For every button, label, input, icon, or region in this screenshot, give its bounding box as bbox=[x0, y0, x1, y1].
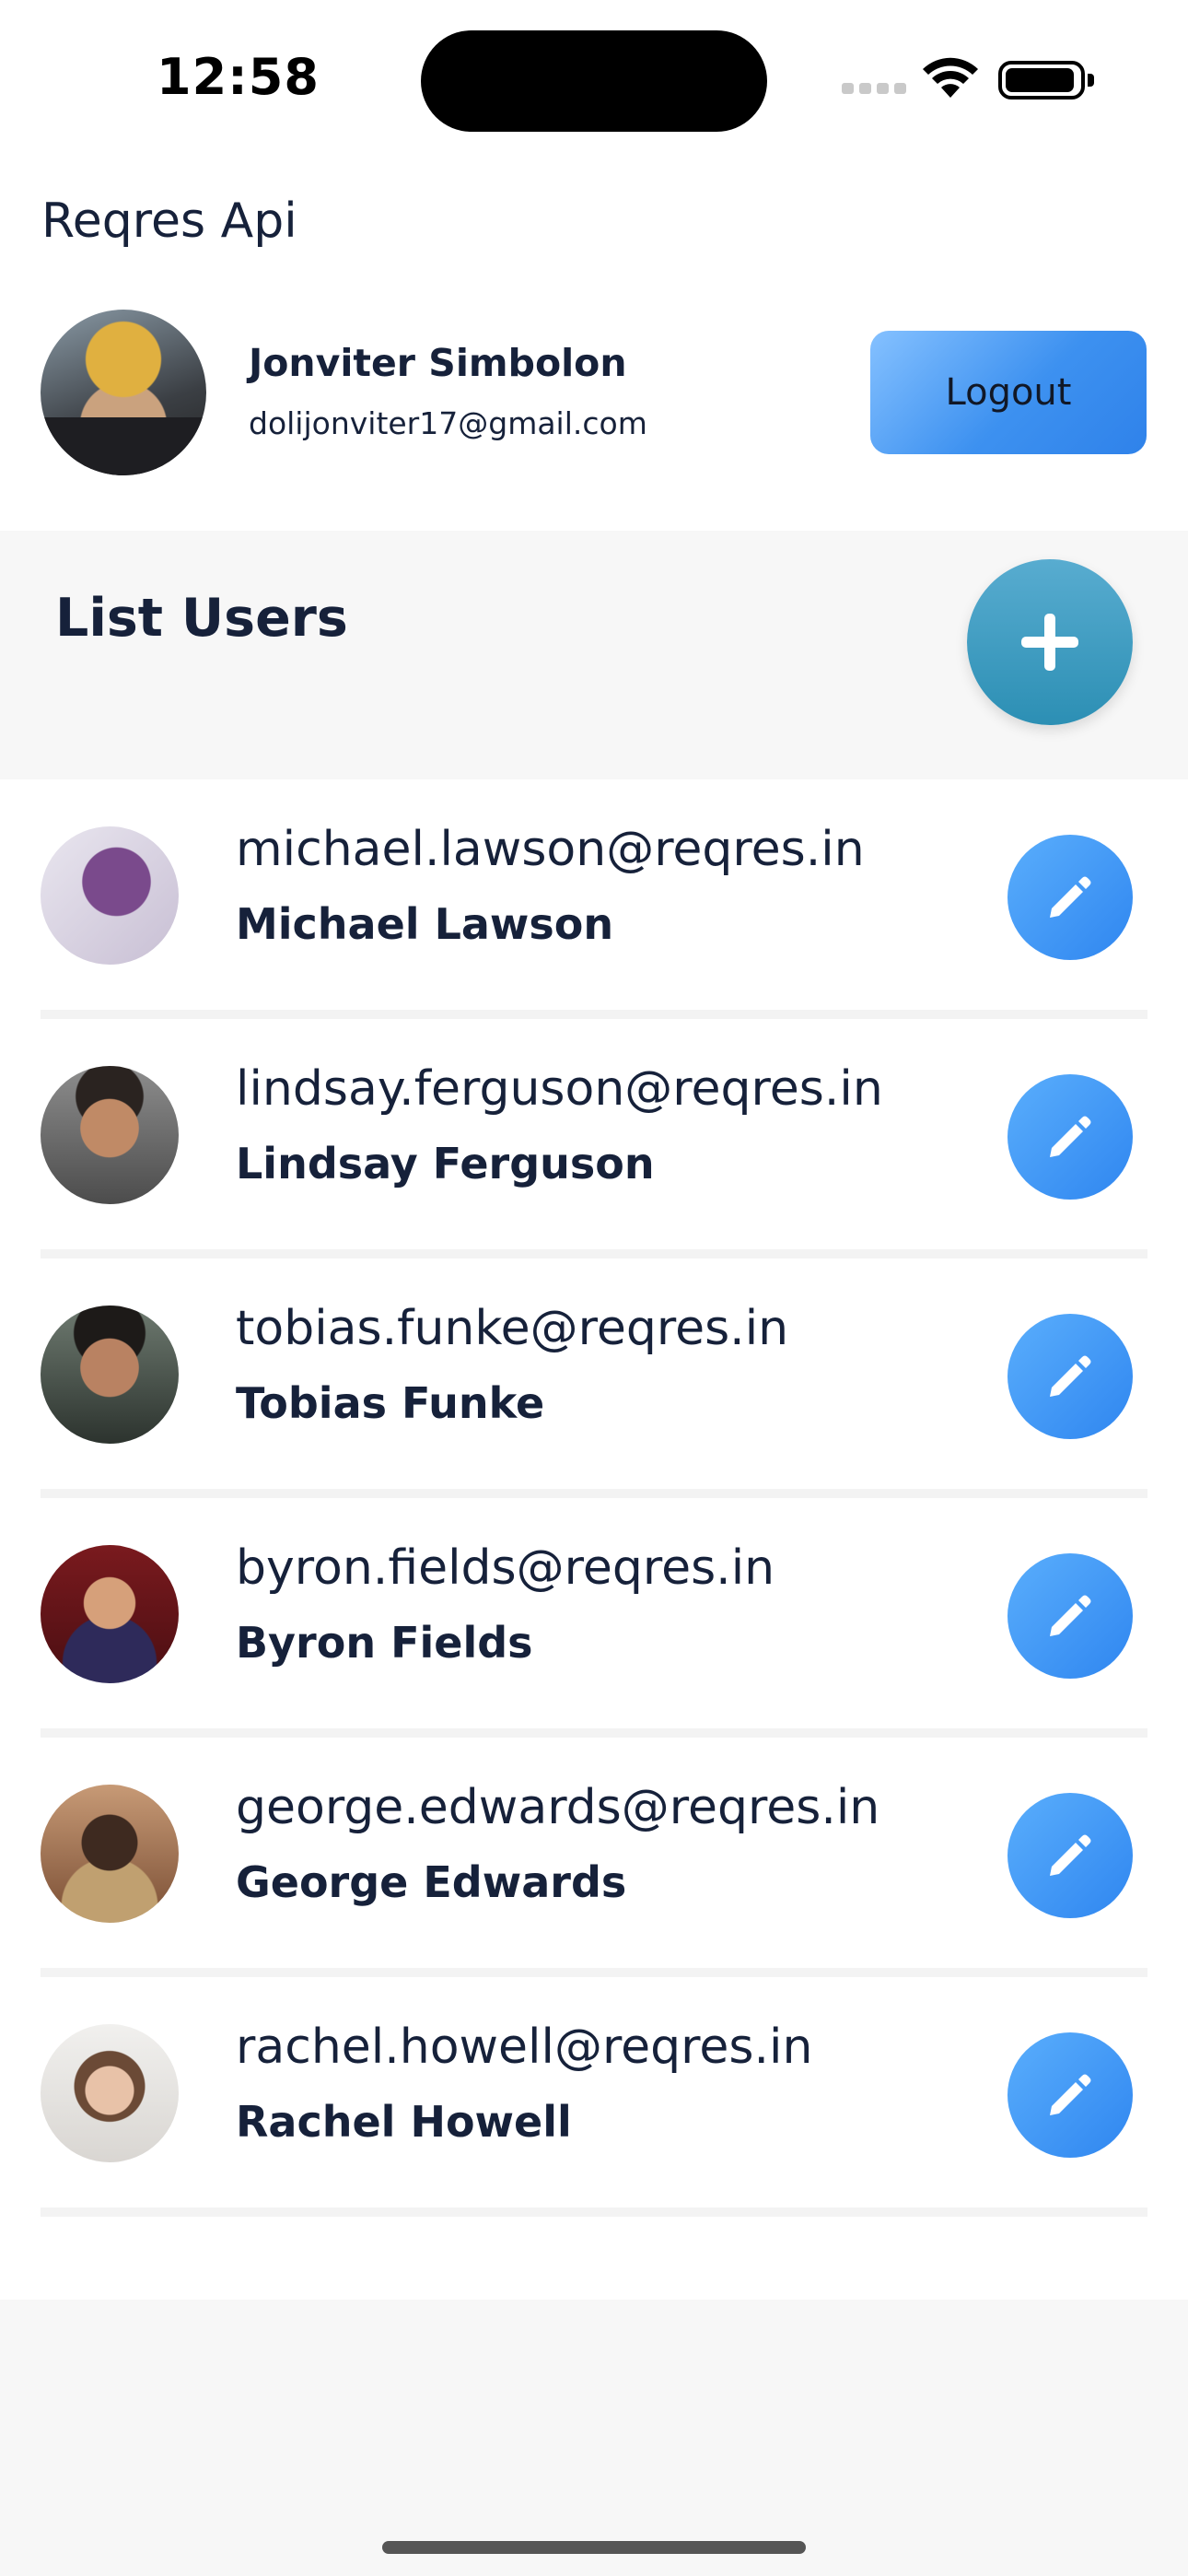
dynamic-island bbox=[421, 30, 767, 132]
user-avatar bbox=[41, 1306, 179, 1444]
user-name: Lindsay Ferguson bbox=[236, 1139, 655, 1188]
user-name: Rachel Howell bbox=[236, 2097, 572, 2147]
pencil-icon bbox=[1050, 1355, 1091, 1397]
user-list-item[interactable]: byron.fields@reqres.in Byron Fields bbox=[41, 1498, 1147, 1738]
edit-user-button[interactable] bbox=[1007, 1793, 1133, 1918]
user-list-item[interactable]: michael.lawson@reqres.in Michael Lawson bbox=[41, 779, 1147, 1019]
pencil-icon bbox=[1050, 1834, 1091, 1876]
screen: 12:58 Reqres Api Jonviter Simbolon dolij… bbox=[0, 0, 1188, 2576]
pencil-icon bbox=[1050, 2074, 1091, 2115]
plus-icon bbox=[1021, 614, 1078, 671]
user-email: michael.lawson@reqres.in bbox=[236, 822, 865, 877]
pencil-icon bbox=[1050, 1116, 1091, 1157]
user-list: michael.lawson@reqres.in Michael Lawson … bbox=[0, 779, 1188, 2300]
profile-email: dolijonviter17@gmail.com bbox=[249, 405, 647, 441]
user-name: Tobias Funke bbox=[236, 1378, 545, 1428]
signal-icon bbox=[842, 79, 906, 94]
profile-avatar bbox=[41, 310, 206, 475]
pencil-icon bbox=[1050, 876, 1091, 918]
profile-name: Jonviter Simbolon bbox=[249, 341, 627, 385]
user-name: George Edwards bbox=[236, 1857, 627, 1907]
edit-user-button[interactable] bbox=[1007, 1314, 1133, 1439]
user-avatar bbox=[41, 1066, 179, 1204]
list-header: List Users bbox=[0, 531, 1188, 779]
app-title: Reqres Api bbox=[41, 193, 297, 249]
user-email: george.edwards@reqres.in bbox=[236, 1780, 880, 1835]
list-title: List Users bbox=[55, 588, 348, 649]
user-avatar bbox=[41, 826, 179, 965]
logout-button[interactable]: Logout bbox=[870, 331, 1147, 454]
user-email: rachel.howell@reqres.in bbox=[236, 2020, 813, 2075]
add-user-button[interactable] bbox=[967, 559, 1133, 725]
user-email: lindsay.ferguson@reqres.in bbox=[236, 1061, 883, 1117]
status-bar: 12:58 bbox=[0, 0, 1188, 147]
user-name: Michael Lawson bbox=[236, 899, 614, 949]
user-avatar bbox=[41, 1545, 179, 1683]
user-avatar bbox=[41, 2024, 179, 2162]
battery-icon bbox=[998, 61, 1094, 100]
wifi-icon bbox=[923, 57, 978, 98]
edit-user-button[interactable] bbox=[1007, 1074, 1133, 1200]
user-list-item[interactable]: tobias.funke@reqres.in Tobias Funke bbox=[41, 1259, 1147, 1498]
edit-user-button[interactable] bbox=[1007, 2032, 1133, 2158]
status-time: 12:58 bbox=[157, 48, 320, 106]
edit-user-button[interactable] bbox=[1007, 1553, 1133, 1679]
user-email: tobias.funke@reqres.in bbox=[236, 1301, 789, 1356]
edit-user-button[interactable] bbox=[1007, 835, 1133, 960]
user-list-item[interactable]: rachel.howell@reqres.in Rachel Howell bbox=[41, 1977, 1147, 2217]
pencil-icon bbox=[1050, 1595, 1091, 1636]
user-avatar bbox=[41, 1785, 179, 1923]
user-email: byron.fields@reqres.in bbox=[236, 1540, 775, 1596]
user-list-item[interactable]: george.edwards@reqres.in George Edwards bbox=[41, 1738, 1147, 1977]
app-header: Reqres Api Jonviter Simbolon dolijonvite… bbox=[0, 147, 1188, 531]
user-name: Byron Fields bbox=[236, 1618, 533, 1668]
home-indicator[interactable] bbox=[382, 2541, 806, 2554]
user-list-item[interactable]: lindsay.ferguson@reqres.in Lindsay Fergu… bbox=[41, 1019, 1147, 1259]
